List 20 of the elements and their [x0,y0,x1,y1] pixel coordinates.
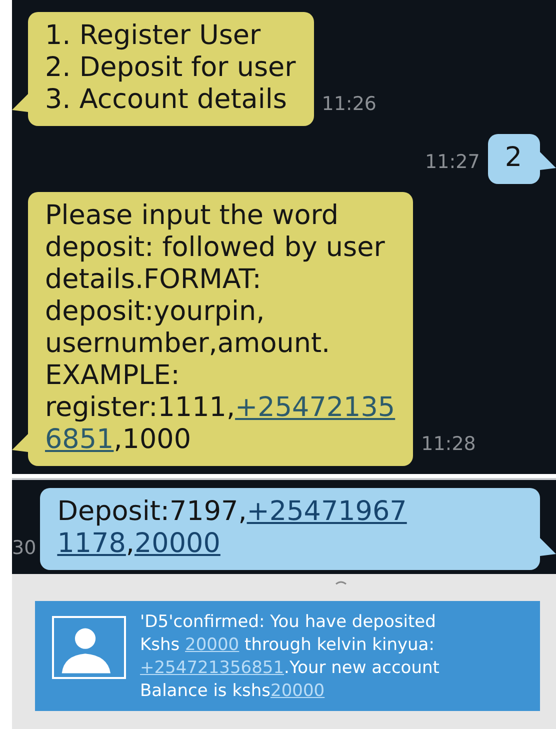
message-time: 11:28 [420,432,477,456]
avatar-icon [52,616,126,679]
notification-text: 'D5'confirmed: You have deposited Kshs 20000 through kelvin kinyua: +254721356851.Your new account Balance is kshs20000 [140,611,440,703]
link[interactable]: 1178 [57,528,126,559]
message-bubble: Please input the word deposit: followed by user details.FORMAT: deposit:yourpin, usernumber,amount. EXAMPLE: register:1111,+25472135 6851,1000 [28,192,414,466]
bubble-tail [540,538,556,556]
link[interactable]: 6851 [45,424,114,455]
link[interactable]: 20000 [134,528,220,559]
link[interactable]: +25471967 [246,496,407,527]
message-time: 11:26 [320,92,378,116]
link[interactable]: +25472135 [235,392,396,423]
bubble-tail [12,94,28,112]
message-bubble: 1. Register User 2. Deposit for user 3. Account details [28,12,314,126]
message-time: 30 [12,536,38,560]
message-time: 11:27 [424,150,481,174]
bubble-tail [540,152,556,170]
message-bubble: 2 [488,134,540,184]
handle-icon[interactable] [335,580,347,585]
message-bubble: Deposit:7197,+25471967 1178,20000 [40,488,540,570]
bubble-tail [12,434,28,452]
